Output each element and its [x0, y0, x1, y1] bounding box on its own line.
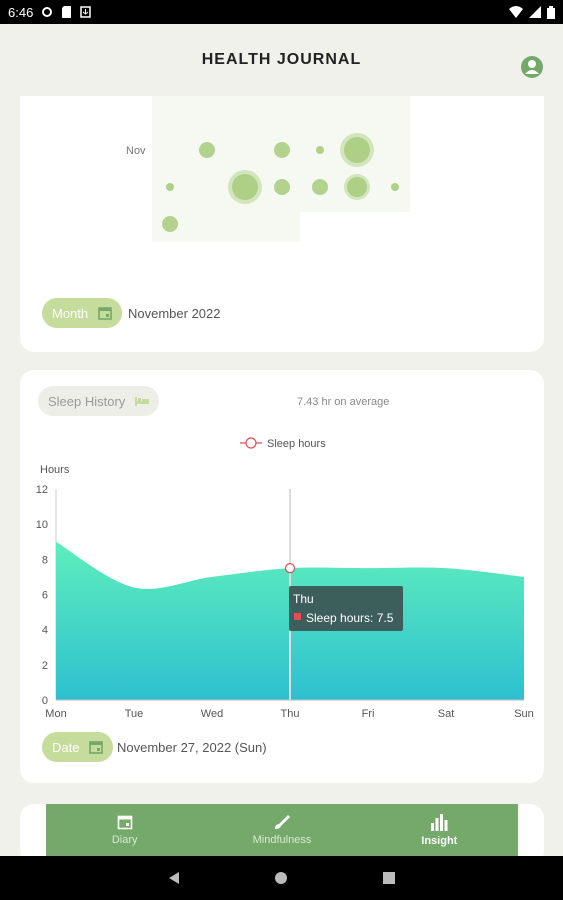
- y-tick-label: 10: [36, 519, 48, 531]
- y-axis-ticks: 0 2 4 6 8 10 12: [36, 484, 48, 707]
- tooltip-title: Thu: [293, 592, 314, 606]
- date-picker-button[interactable]: Date: [42, 732, 114, 762]
- y-tick-label: 0: [42, 695, 48, 707]
- x-axis-ticks: Mon Tue Wed Thu Fri Sat Sun: [45, 708, 533, 720]
- bubble: [316, 146, 324, 154]
- status-time: 6:46: [8, 4, 34, 20]
- x-tick-label: Sat: [438, 708, 455, 720]
- month-pill-label: Month: [52, 305, 89, 321]
- bubble: [162, 216, 178, 232]
- calendar-icon: [89, 741, 104, 754]
- app-header: HEALTH JOURNAL: [0, 24, 563, 96]
- status-bar: 6:46: [0, 0, 563, 24]
- signal-icon: [529, 6, 541, 18]
- month-picker-button[interactable]: Month: [42, 298, 123, 328]
- y-tick-label: 4: [42, 625, 48, 637]
- x-tick-label: Mon: [45, 708, 66, 720]
- date-value: November 27, 2022 (Sun): [117, 740, 267, 755]
- x-tick-label: Tue: [125, 708, 144, 720]
- profile-icon[interactable]: [519, 54, 545, 80]
- recents-icon[interactable]: [382, 871, 396, 885]
- chart-legend: Sleep hours: [240, 437, 326, 450]
- sd-card-icon: [62, 6, 72, 18]
- wifi-icon: [509, 6, 523, 18]
- sleep-chart: Sleep hours Hours 0 2 4 6 8 10 12 Mon Tue Wed Thu…: [36, 437, 534, 720]
- bottom-nav: Diary Mindfulness Insight: [46, 804, 518, 856]
- x-tick-label: Thu: [281, 708, 300, 720]
- y-tick-label: 2: [42, 660, 48, 672]
- nav-label: Insight: [421, 835, 458, 847]
- nav-item-insight[interactable]: Insight: [361, 804, 518, 856]
- bubble: [232, 174, 258, 200]
- chart-tooltip: Thu Sleep hours: 7.5: [289, 586, 403, 631]
- mood-bubble-card: Nov Month November 2022: [20, 96, 544, 352]
- download-icon: [80, 6, 92, 18]
- tooltip-marker: [294, 613, 301, 620]
- bubble: [274, 179, 290, 195]
- bubble: [312, 179, 328, 195]
- y-axis-title: Hours: [40, 464, 70, 476]
- system-nav-bar: [0, 856, 563, 900]
- legend-label: Sleep hours: [267, 438, 326, 450]
- brush-icon: [274, 815, 290, 829]
- bubble-row-label: Nov: [126, 145, 146, 157]
- back-icon[interactable]: [167, 871, 181, 885]
- home-icon[interactable]: [274, 871, 288, 885]
- bubble: [391, 183, 399, 191]
- bubble: [347, 177, 367, 197]
- tooltip-value: Sleep hours: 7.5: [306, 611, 394, 625]
- bar-chart-icon: [431, 814, 448, 831]
- sleep-history-card: Sleep History 7.43 hr on average Sleep h…: [20, 370, 544, 783]
- y-tick-label: 8: [42, 554, 48, 566]
- x-tick-label: Fri: [362, 708, 375, 720]
- bubble: [274, 142, 290, 158]
- battery-icon: [547, 5, 555, 19]
- nav-item-diary[interactable]: Diary: [46, 804, 203, 856]
- nav-item-mindfulness[interactable]: Mindfulness: [203, 804, 360, 856]
- bubble: [166, 183, 174, 191]
- date-pill-label: Date: [52, 739, 80, 755]
- nav-label: Mindfulness: [252, 834, 312, 846]
- x-tick-label: Wed: [201, 708, 223, 720]
- legend-marker: [245, 437, 257, 449]
- nav-label: Diary: [111, 834, 138, 846]
- y-tick-label: 6: [42, 590, 48, 602]
- settings-icon: [42, 7, 53, 17]
- y-tick-label: 12: [36, 484, 48, 496]
- month-value: November 2022: [128, 306, 221, 321]
- calendar-icon: [117, 815, 132, 830]
- bubble: [199, 142, 215, 158]
- page-title: HEALTH JOURNAL: [201, 51, 362, 68]
- highlighted-point: [284, 563, 296, 574]
- calendar-icon: [98, 307, 112, 320]
- bubble: [344, 137, 370, 163]
- x-tick-label: Sun: [514, 708, 534, 720]
